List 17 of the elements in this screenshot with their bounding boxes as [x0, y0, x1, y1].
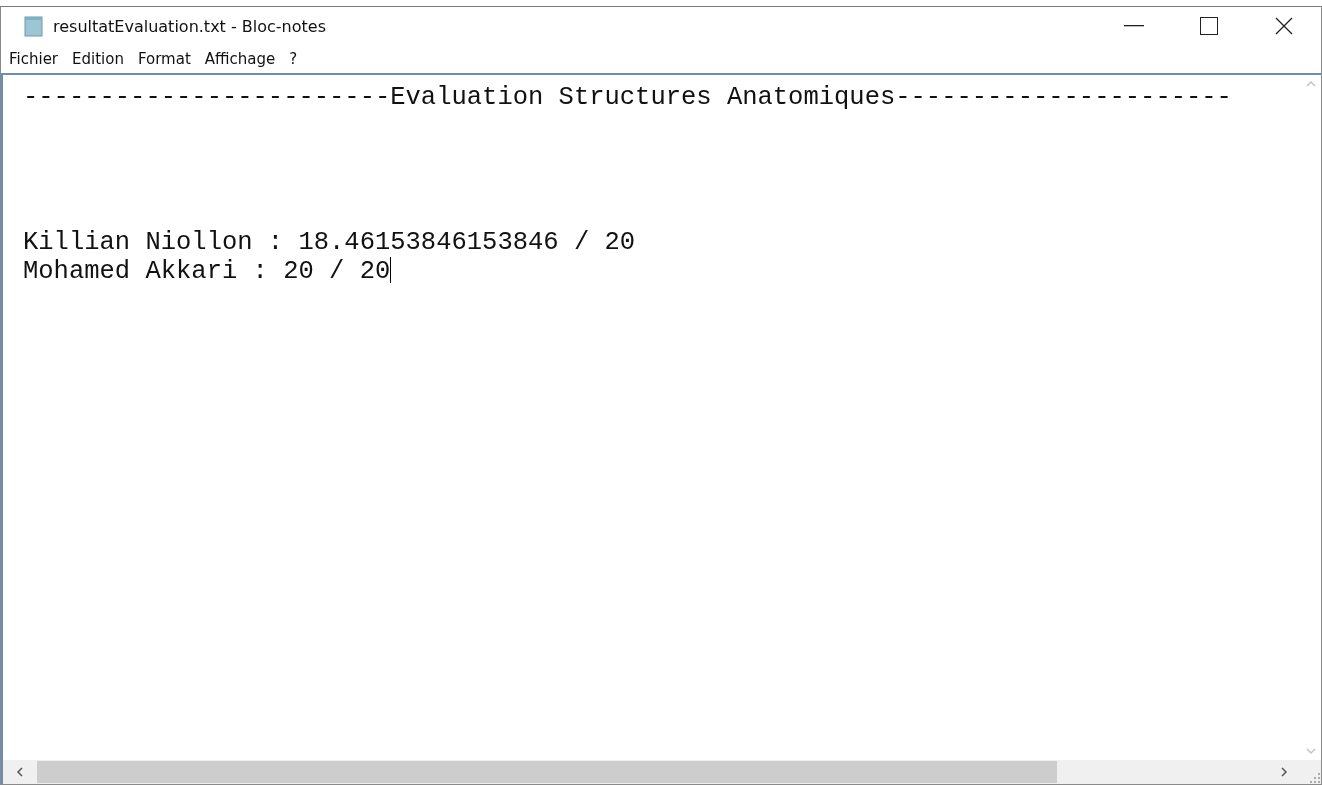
- window-title: resultatEvaluation.txt - Bloc-notes: [53, 16, 327, 36]
- menu-item[interactable]: ?: [283, 46, 306, 72]
- menu-item[interactable]: Affichage: [198, 46, 284, 72]
- chevron-right-icon: [1279, 767, 1289, 777]
- resize-grip-icon[interactable]: [1309, 772, 1321, 784]
- scroll-down-icon: [1306, 746, 1316, 756]
- maximize-icon: [1199, 17, 1218, 35]
- scroll-up-icon: [1306, 79, 1316, 89]
- menu-item[interactable]: Format: [131, 46, 199, 72]
- menu-item[interactable]: Fichier: [3, 46, 67, 72]
- minimize-icon: [1123, 25, 1144, 27]
- document-text[interactable]: ------------------------Evaluation Structures Anatomiques---------------------- Killian Niollon : 18.46153846153846 / 20 Mohamed Akkari : 20 / 20: [23, 83, 1232, 286]
- menu-item[interactable]: Edition: [66, 46, 132, 72]
- chevron-left-icon: [15, 767, 25, 777]
- close-icon: [1274, 17, 1293, 35]
- notepad-icon: [23, 15, 45, 37]
- scrollbar-thumb[interactable]: [37, 761, 1057, 783]
